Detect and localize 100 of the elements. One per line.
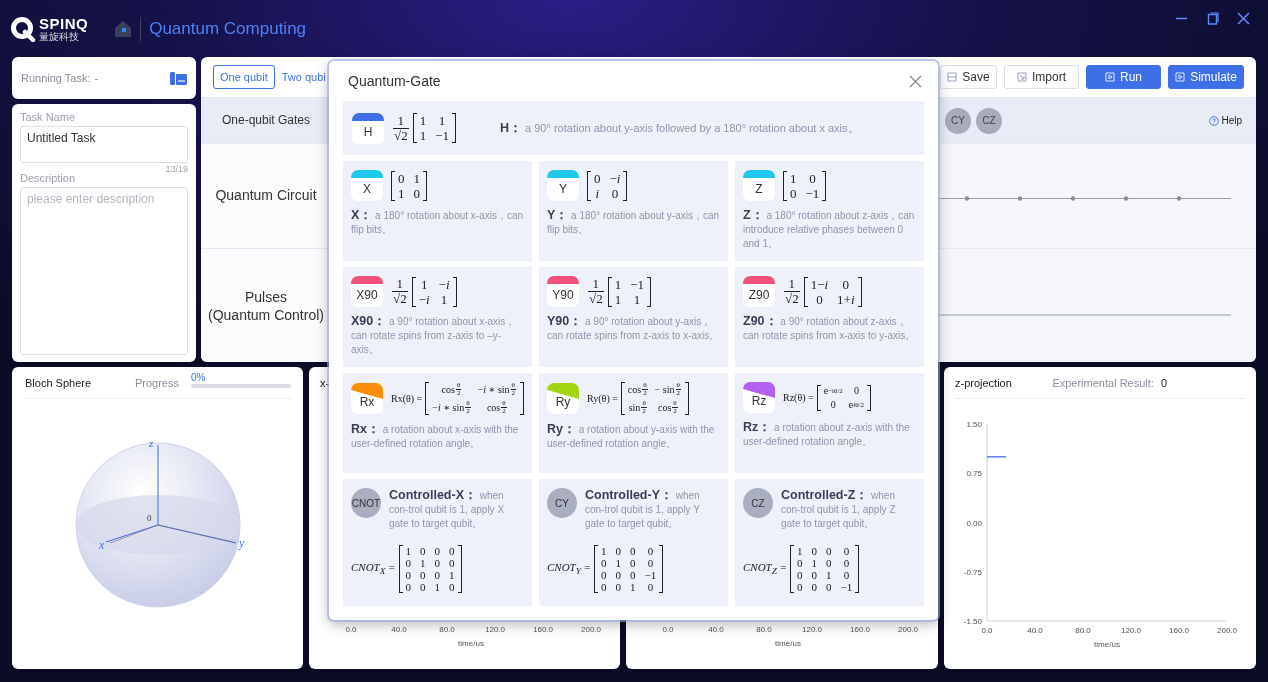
- row-label: One-qubit Gates: [201, 98, 331, 143]
- running-task-label: Running Task:: [21, 72, 91, 84]
- matrix-entry: 0: [811, 569, 818, 581]
- logo-icon: [10, 15, 36, 42]
- play-icon: [1105, 72, 1115, 82]
- help-text[interactable]: Help: [1221, 115, 1242, 126]
- matrix-entry: 0: [646, 581, 655, 593]
- task-list-icon[interactable]: [170, 71, 187, 85]
- field-label: Task Name: [20, 111, 77, 123]
- tick-label: 120.0: [485, 625, 505, 634]
- maximize-icon[interactable]: [1206, 12, 1219, 25]
- matrix-entry: 1: [398, 185, 405, 201]
- denominator: √2: [393, 127, 409, 143]
- gate-symbol: H: [363, 124, 373, 139]
- math-label: CNOT$_{Z}$ =: [743, 561, 788, 577]
- gate-button[interactable]: CY: [945, 107, 971, 134]
- matrix-entry: 0: [829, 398, 837, 411]
- matrix-entry: 1: [614, 291, 622, 307]
- axis-title: time/us: [775, 639, 801, 648]
- bracket: [398, 545, 403, 593]
- result-label: Experimental Result:: [1052, 376, 1154, 389]
- gate-symbol: Z: [755, 182, 763, 196]
- matrix-entry: 0: [630, 569, 636, 581]
- math-text: cos: [486, 401, 501, 414]
- tick-label: 160.0: [533, 625, 553, 634]
- logo-text: SPINQ: [39, 15, 89, 31]
- matrix-entry: 0: [646, 545, 655, 557]
- gate-button[interactable]: CZ: [976, 107, 1002, 134]
- action-button[interactable]: Run: [1086, 65, 1161, 89]
- matrix-entry: 1: [811, 557, 818, 569]
- tick-label: 0.0: [345, 625, 357, 634]
- bracket: [816, 384, 821, 411]
- matrix-entry: 1: [601, 545, 607, 557]
- math-label: Ry(θ) =: [587, 393, 618, 405]
- gate-description: Z90： a 90° rotation about z-axis，can rotate spins from x-axis to y-axis。: [743, 314, 916, 343]
- bracket: [623, 170, 628, 201]
- import-icon: [1017, 72, 1027, 82]
- close-icon[interactable]: [909, 74, 922, 88]
- denominator: √2: [784, 291, 800, 306]
- matrix-entry: 0: [797, 557, 803, 569]
- gate-symbol: Y90: [552, 288, 574, 302]
- matrix-entry: 0: [405, 557, 412, 569]
- numerator: 1: [592, 277, 600, 291]
- gate-description: Y： a 180° rotation about y-axis，can flip bits。: [547, 208, 720, 237]
- action-button[interactable]: Import: [1004, 65, 1079, 89]
- matrix-entry: 0: [811, 545, 818, 557]
- progress-value: 0%: [191, 371, 207, 384]
- tab[interactable]: One qubit: [213, 65, 275, 89]
- bracket: [857, 276, 862, 307]
- math-text: cos: [627, 383, 642, 396]
- matrix-entry: 0: [630, 545, 636, 557]
- color-band: [743, 382, 775, 398]
- numerator: 1: [396, 277, 404, 291]
- matrix-entry: 0: [594, 170, 601, 186]
- matrix-entry: 0: [601, 557, 607, 569]
- numerator: 1: [788, 277, 796, 291]
- home-icon[interactable]: [114, 19, 133, 38]
- task-name-field[interactable]: Untitled Task: [20, 126, 188, 163]
- matrix-entry: 1: [790, 170, 797, 186]
- bracket: [520, 382, 525, 416]
- matrix-entry: 0: [405, 581, 412, 593]
- bracket: [425, 382, 430, 416]
- gate-symbol: Rz: [751, 394, 767, 408]
- math-text: −i ∗ sin: [432, 401, 465, 414]
- bracket: [411, 276, 416, 307]
- bracket: [783, 170, 787, 201]
- axis-label: y: [239, 536, 245, 550]
- tick-label: 0.00: [966, 518, 982, 528]
- math-text: sin: [628, 401, 641, 414]
- series-line: [986, 456, 1007, 458]
- math-label: CNOT$_{X}$ =: [351, 561, 396, 577]
- help-icon[interactable]: [1209, 115, 1220, 126]
- tick-label: 0.75: [966, 469, 982, 479]
- bracket: [423, 170, 427, 201]
- matrix-entry: −1: [435, 128, 449, 143]
- tick-label: 200.0: [898, 625, 918, 634]
- tick-label: 160.0: [1169, 626, 1189, 635]
- matrix-entry: 0: [826, 545, 832, 557]
- description-field[interactable]: please enter description: [20, 187, 188, 355]
- math-label: Rz(θ) =: [783, 392, 814, 403]
- tick-label: 0.0: [981, 626, 993, 635]
- tick-label: 160.0: [850, 625, 870, 634]
- bracket: [685, 382, 689, 416]
- bracket: [452, 276, 457, 307]
- bracket: [790, 545, 795, 593]
- math-text: cos: [441, 383, 455, 396]
- close-icon[interactable]: [1237, 12, 1250, 25]
- matrix-entry: 0: [842, 569, 851, 581]
- gate-badge: CNOT: [351, 488, 381, 518]
- tick-label: 200.0: [581, 625, 601, 634]
- matrix-entry: 0: [841, 276, 851, 292]
- tab[interactable]: Two qubi: [274, 65, 333, 89]
- matrix-entry: 0: [449, 581, 455, 593]
- action-button[interactable]: Simulate: [1168, 65, 1244, 89]
- gate-description: Rz： a rotation about z-axis with the user-defined rotation angle。: [743, 420, 911, 449]
- gate-description: Ry： a rotation about y-axis with the user-defined rotation angle。: [547, 422, 716, 452]
- action-button[interactable]: Save: [940, 65, 997, 89]
- matrix-entry: 0: [842, 545, 851, 557]
- matrix-entry: 0: [405, 569, 412, 581]
- help-link[interactable]: Help: [1209, 115, 1242, 126]
